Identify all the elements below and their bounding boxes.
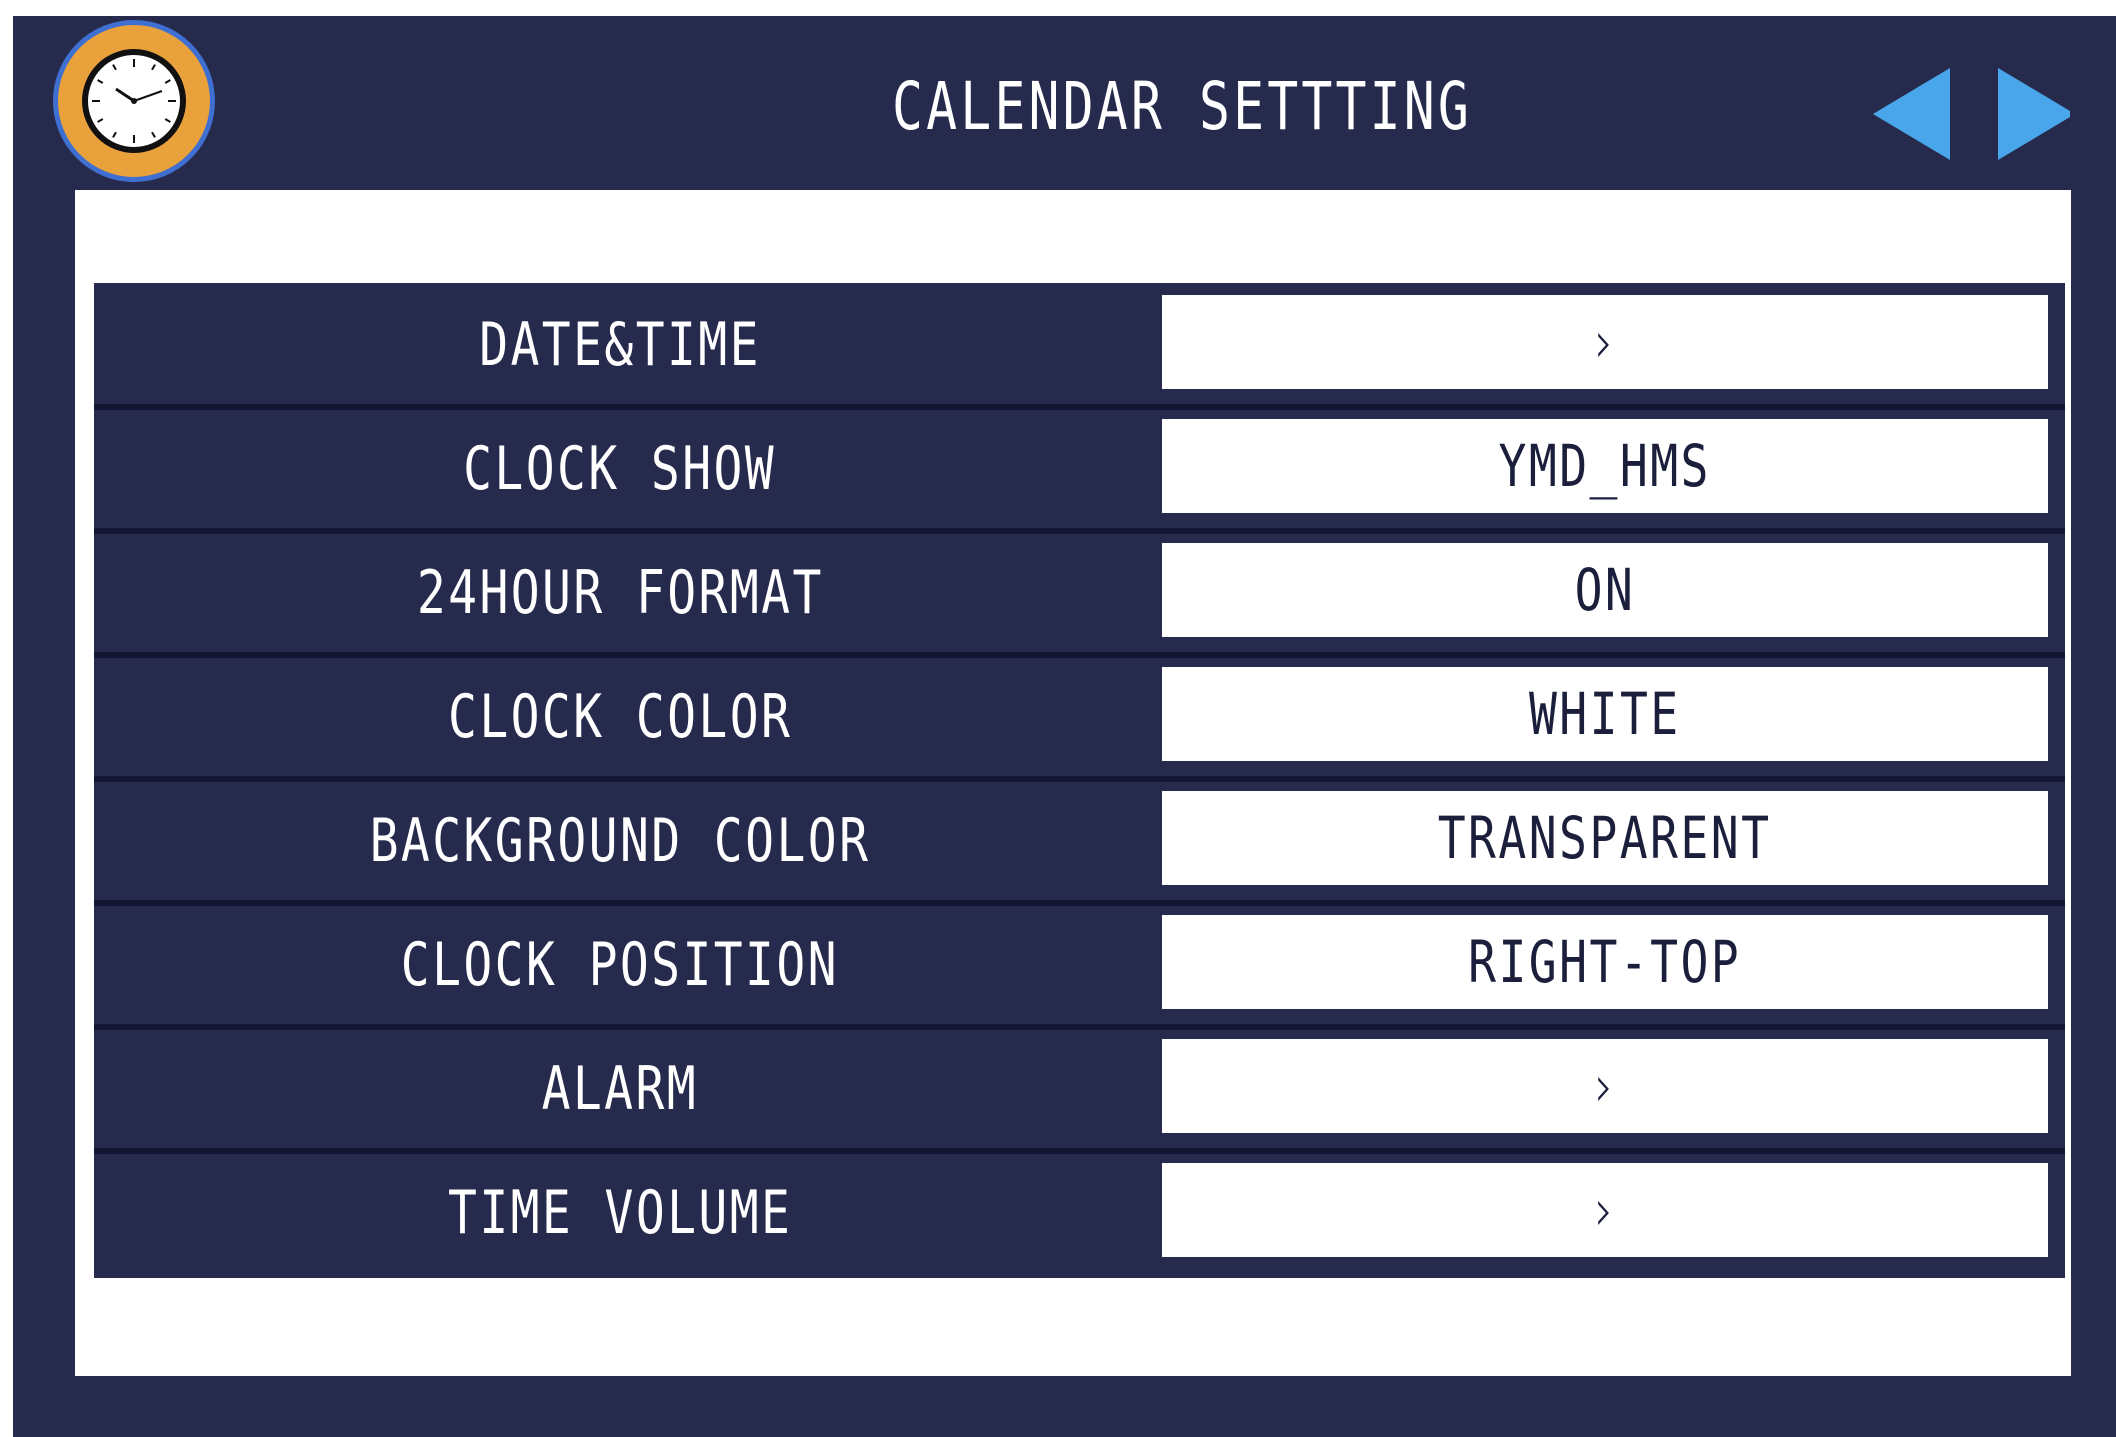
setting-row-clock-show[interactable]: CLOCK SHOW YMD_HMS — [94, 407, 2065, 531]
header-bar: CALENDAR SETTTING — [13, 16, 2116, 188]
setting-label: DATE&TIME — [479, 310, 761, 380]
triangle-right-icon — [1998, 68, 2075, 160]
triangle-left-icon — [1873, 68, 1950, 160]
page-title: CALENDAR SETTTING — [892, 68, 1472, 145]
next-page-button[interactable] — [1980, 52, 2075, 162]
setting-row-time-volume[interactable]: TIME VOLUME › — [94, 1151, 2065, 1275]
setting-row-date-time[interactable]: DATE&TIME › — [94, 283, 2065, 407]
clock-icon — [53, 20, 215, 182]
setting-label: CLOCK POSITION — [400, 930, 840, 1000]
settings-panel: DATE&TIME › CLOCK SHOW YMD_HMS 24HOUR FO… — [75, 190, 2071, 1376]
setting-value-date-time[interactable]: › — [1162, 295, 2048, 389]
chevron-right-icon: › — [1594, 308, 1616, 376]
setting-value-clock-color[interactable]: WHITE — [1162, 667, 2048, 761]
setting-value-alarm[interactable]: › — [1162, 1039, 2048, 1133]
chevron-right-icon: › — [1594, 1176, 1616, 1244]
setting-value-24hour-format[interactable]: ON — [1162, 543, 2048, 637]
setting-label: 24HOUR FORMAT — [416, 558, 824, 628]
settings-screen: CALENDAR SETTTING DATE&TIME › CLOCK SHOW… — [13, 16, 2116, 1437]
setting-label: ALARM — [541, 1054, 699, 1124]
setting-value-time-volume[interactable]: › — [1162, 1163, 2048, 1257]
setting-label: CLOCK SHOW — [463, 434, 777, 504]
setting-value-background-color[interactable]: TRANSPARENT — [1162, 791, 2048, 885]
setting-label: BACKGROUND COLOR — [369, 806, 871, 876]
setting-value-clock-position[interactable]: RIGHT-TOP — [1162, 915, 2048, 1009]
settings-table: DATE&TIME › CLOCK SHOW YMD_HMS 24HOUR FO… — [94, 283, 2065, 1278]
setting-row-clock-color[interactable]: CLOCK COLOR WHITE — [94, 655, 2065, 779]
chevron-right-icon: › — [1594, 1052, 1616, 1120]
setting-value-clock-show[interactable]: YMD_HMS — [1162, 419, 2048, 513]
setting-row-clock-position[interactable]: CLOCK POSITION RIGHT-TOP — [94, 903, 2065, 1027]
prev-page-button[interactable] — [1868, 52, 1958, 162]
setting-row-24hour-format[interactable]: 24HOUR FORMAT ON — [94, 531, 2065, 655]
setting-row-background-color[interactable]: BACKGROUND COLOR TRANSPARENT — [94, 779, 2065, 903]
setting-row-alarm[interactable]: ALARM › — [94, 1027, 2065, 1151]
setting-label: TIME VOLUME — [447, 1178, 793, 1248]
setting-label: CLOCK COLOR — [447, 682, 793, 752]
